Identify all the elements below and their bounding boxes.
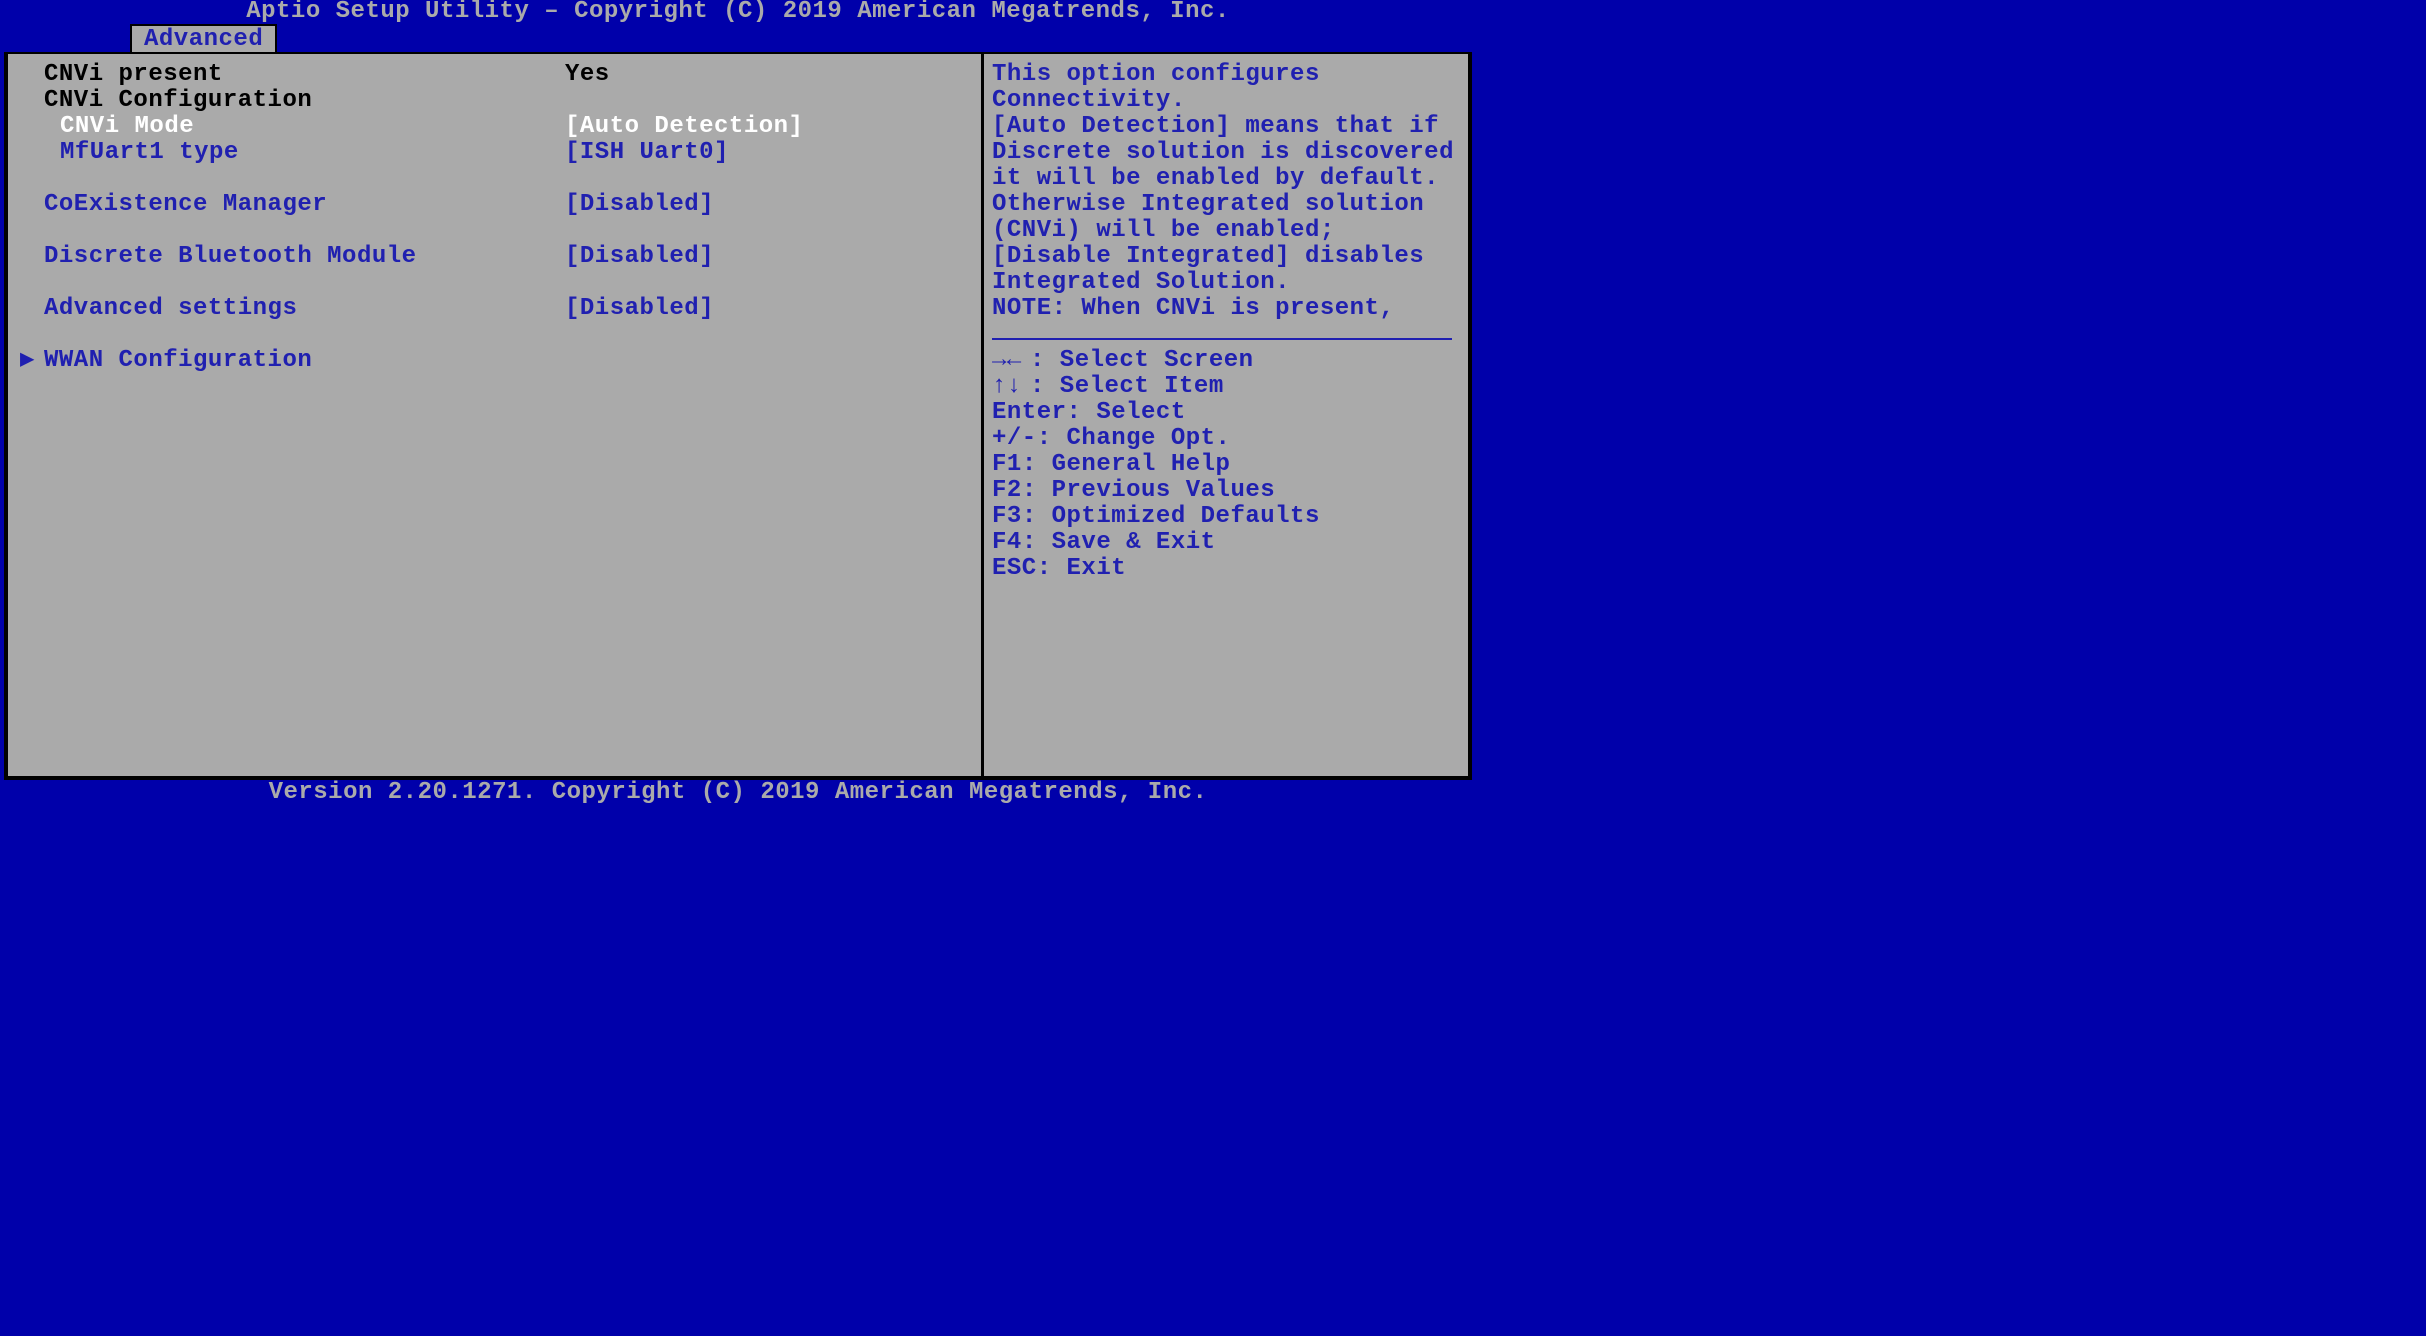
setting-label: MfUart1 type bbox=[20, 140, 565, 166]
key-select-item: ↑↓: Select Item bbox=[992, 374, 1456, 400]
setting-value bbox=[565, 88, 969, 114]
spacer bbox=[20, 166, 969, 192]
spacer bbox=[20, 270, 969, 296]
key-f1: F1: General Help bbox=[992, 452, 1456, 478]
keymap-help: →←: Select Screen ↑↓: Select Item Enter:… bbox=[992, 348, 1456, 582]
key-f4: F4: Save & Exit bbox=[992, 530, 1456, 556]
submenu-wwan-configuration[interactable]: ▶ WWAN Configuration bbox=[20, 348, 969, 374]
bios-header-title: Aptio Setup Utility – Copyright (C) 2019… bbox=[0, 0, 1476, 24]
setting-label: CoExistence Manager bbox=[20, 192, 565, 218]
setting-value: [ISH Uart0] bbox=[565, 140, 969, 166]
setting-label: Discrete Bluetooth Module bbox=[20, 244, 565, 270]
setting-cnvi-present: CNVi present Yes bbox=[20, 62, 969, 88]
spacer bbox=[20, 322, 969, 348]
setting-value: Yes bbox=[565, 62, 969, 88]
setting-value: [Auto Detection] bbox=[565, 114, 969, 140]
submenu-arrow-icon: ▶ bbox=[20, 348, 44, 374]
tab-bar: Advanced bbox=[0, 24, 1476, 52]
setting-mfuart1-type[interactable]: MfUart1 type [ISH Uart0] bbox=[20, 140, 969, 166]
help-text: This option configures Connectivity. [Au… bbox=[992, 62, 1456, 322]
bios-footer-version: Version 2.20.1271. Copyright (C) 2019 Am… bbox=[0, 780, 1476, 806]
key-change-opt: +/-: Change Opt. bbox=[992, 426, 1456, 452]
setting-value: [Disabled] bbox=[565, 192, 969, 218]
setting-coexistence-manager[interactable]: CoExistence Manager [Disabled] bbox=[20, 192, 969, 218]
tab-advanced[interactable]: Advanced bbox=[130, 24, 277, 52]
setting-label: CNVi Mode bbox=[20, 114, 565, 140]
settings-panel: CNVi present Yes CNVi Configuration CNVi… bbox=[8, 54, 984, 776]
key-enter: Enter: Select bbox=[992, 400, 1456, 426]
setting-label: Advanced settings bbox=[20, 296, 565, 322]
help-panel: This option configures Connectivity. [Au… bbox=[984, 54, 1468, 776]
key-f3: F3: Optimized Defaults bbox=[992, 504, 1456, 530]
setting-advanced-settings[interactable]: Advanced settings [Disabled] bbox=[20, 296, 969, 322]
setting-value: [Disabled] bbox=[565, 296, 969, 322]
setting-value: [Disabled] bbox=[565, 244, 969, 270]
setting-label: CNVi present bbox=[20, 62, 565, 88]
key-esc: ESC: Exit bbox=[992, 556, 1456, 582]
arrows-ud-icon: ↑↓ bbox=[992, 374, 1030, 400]
setting-cnvi-configuration: CNVi Configuration bbox=[20, 88, 969, 114]
key-select-screen: →←: Select Screen bbox=[992, 348, 1456, 374]
submenu-label: WWAN Configuration bbox=[44, 348, 312, 374]
main-panel: CNVi present Yes CNVi Configuration CNVi… bbox=[4, 52, 1472, 780]
key-f2: F2: Previous Values bbox=[992, 478, 1456, 504]
arrows-lr-icon: →← bbox=[992, 348, 1030, 374]
setting-discrete-bluetooth[interactable]: Discrete Bluetooth Module [Disabled] bbox=[20, 244, 969, 270]
setting-label: CNVi Configuration bbox=[20, 88, 565, 114]
help-divider bbox=[992, 338, 1452, 340]
spacer bbox=[20, 218, 969, 244]
setting-cnvi-mode[interactable]: CNVi Mode [Auto Detection] bbox=[20, 114, 969, 140]
